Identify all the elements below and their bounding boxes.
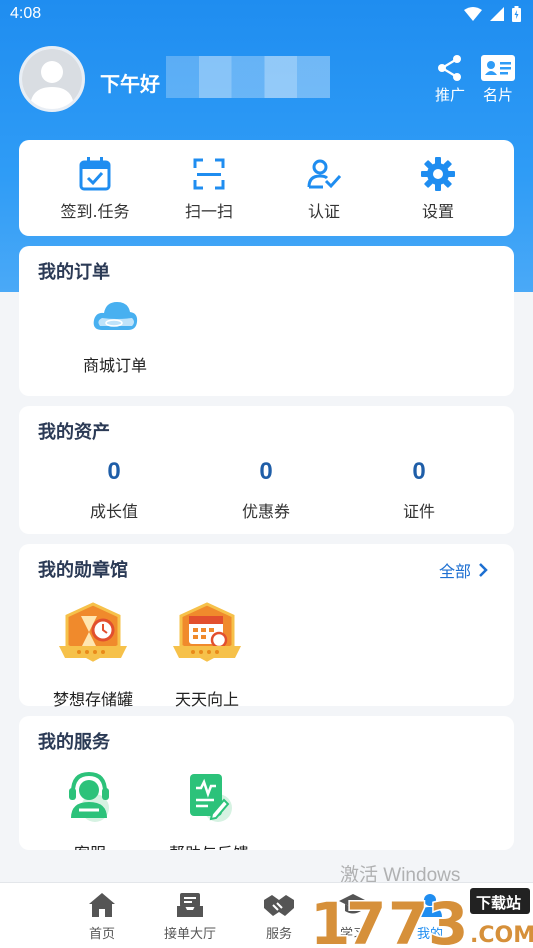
business-card-button[interactable]: 名片 bbox=[476, 52, 520, 105]
svg-text:.COM: .COM bbox=[470, 923, 533, 948]
badge-dream-jar[interactable]: 梦想存储罐 bbox=[41, 602, 145, 710]
my-services-card: 我的服务 客服 帮助与反馈 bbox=[19, 716, 514, 850]
handshake-icon bbox=[264, 895, 294, 916]
mall-orders-item[interactable]: 商城订单 bbox=[70, 296, 160, 376]
status-bar: 4:08 bbox=[0, 0, 533, 30]
badges-title: 我的勋章馆 bbox=[38, 560, 128, 581]
growth-value: 0 bbox=[107, 458, 121, 485]
avatar[interactable] bbox=[19, 46, 85, 112]
calendar-check-icon bbox=[79, 157, 111, 191]
scan-icon bbox=[193, 158, 225, 190]
svg-text:3: 3 bbox=[428, 890, 468, 948]
badge-hall-card: 我的勋章馆 全部 梦想存储罐 天天向上 bbox=[19, 544, 514, 709]
asset-certificates[interactable]: 0 证件 bbox=[359, 458, 479, 522]
coupons-label: 优惠券 bbox=[241, 502, 290, 521]
dream-jar-label: 梦想存储罐 bbox=[52, 690, 133, 709]
quick-actions-card: 签到.任务 扫一扫 认证 设置 bbox=[19, 140, 514, 236]
quick-verify[interactable]: 认证 bbox=[269, 154, 379, 222]
calendar-badge-icon bbox=[173, 602, 241, 662]
asset-growth[interactable]: 0 成长值 bbox=[54, 458, 174, 522]
tab-services-label: 服务 bbox=[265, 927, 292, 942]
share-icon bbox=[438, 55, 461, 81]
quick-checkin-tasks[interactable]: 签到.任务 bbox=[40, 154, 150, 222]
certificates-value: 0 bbox=[412, 458, 426, 485]
orders-title: 我的订单 bbox=[38, 262, 110, 283]
promote-button[interactable]: 推广 bbox=[428, 52, 472, 105]
my-assets-card: 我的资产 0 成长值 0 优惠券 0 证件 bbox=[19, 406, 514, 534]
tab-order-hall[interactable]: 接单大厅 bbox=[155, 891, 225, 942]
quick-checkin-label: 签到.任务 bbox=[60, 202, 130, 221]
system-icons bbox=[464, 6, 521, 22]
see-all-label: 全部 bbox=[438, 562, 471, 581]
headset-icon bbox=[69, 771, 109, 822]
growth-label: 成长值 bbox=[89, 502, 138, 521]
default-avatar-icon bbox=[22, 49, 82, 109]
help-feedback-label: 帮助与反馈 bbox=[159, 840, 259, 850]
daily-progress-label: 天天向上 bbox=[174, 690, 239, 709]
battery-icon bbox=[512, 6, 521, 22]
username-redacted bbox=[166, 56, 330, 98]
chevron-right-icon bbox=[479, 563, 488, 577]
site-logo-graphic: 17 7 3 下载站 .COM bbox=[309, 888, 533, 948]
services-title: 我的服务 bbox=[38, 732, 110, 753]
gear-icon bbox=[421, 157, 455, 191]
download-tag: 下载站 bbox=[476, 894, 521, 912]
tab-home[interactable]: 首页 bbox=[67, 891, 137, 942]
assets-title: 我的资产 bbox=[38, 422, 110, 443]
service-customer-support[interactable]: 客服 bbox=[45, 770, 135, 850]
tab-services[interactable]: 服务 bbox=[244, 891, 314, 942]
signal-icon bbox=[490, 7, 504, 21]
customer-support-label: 客服 bbox=[45, 840, 135, 850]
svg-text:7: 7 bbox=[388, 890, 428, 948]
greeting-text: 下午好 bbox=[100, 72, 160, 96]
quick-settings[interactable]: 设置 bbox=[383, 154, 493, 222]
tab-home-label: 首页 bbox=[88, 927, 115, 942]
coupons-value: 0 bbox=[259, 458, 273, 485]
id-card-icon bbox=[481, 55, 515, 81]
status-time: 4:08 bbox=[10, 5, 42, 22]
badge-daily-progress[interactable]: 天天向上 bbox=[159, 602, 255, 710]
service-help-feedback[interactable]: 帮助与反馈 bbox=[159, 770, 259, 850]
tab-order-hall-label: 接单大厅 bbox=[163, 927, 216, 942]
quick-verify-label: 认证 bbox=[307, 202, 340, 221]
home-icon bbox=[89, 893, 115, 917]
certificates-label: 证件 bbox=[402, 502, 435, 521]
hourglass-badge-icon bbox=[59, 602, 127, 662]
business-card-label: 名片 bbox=[482, 86, 513, 104]
quick-settings-label: 设置 bbox=[421, 202, 454, 221]
profile-header: 下午好 推广 名片 bbox=[0, 30, 533, 130]
promote-label: 推广 bbox=[434, 86, 465, 104]
my-orders-card: 我的订单 商城订单 bbox=[19, 246, 514, 396]
cloud-icon bbox=[93, 302, 138, 330]
user-verify-icon bbox=[307, 159, 341, 189]
site-watermark-logo: 1773 下载站 .COM bbox=[309, 880, 533, 948]
quick-scan-label: 扫一扫 bbox=[184, 202, 233, 221]
inbox-icon bbox=[177, 893, 203, 917]
asset-coupons[interactable]: 0 优惠券 bbox=[206, 458, 326, 522]
see-all-badges-link[interactable]: 全部 bbox=[439, 558, 488, 582]
mall-orders-label: 商城订单 bbox=[82, 356, 147, 375]
quick-scan[interactable]: 扫一扫 bbox=[154, 154, 264, 222]
wifi-icon bbox=[464, 7, 482, 21]
svg-text:1: 1 bbox=[310, 890, 350, 948]
feedback-icon bbox=[190, 774, 232, 822]
svg-text:7: 7 bbox=[346, 890, 386, 948]
